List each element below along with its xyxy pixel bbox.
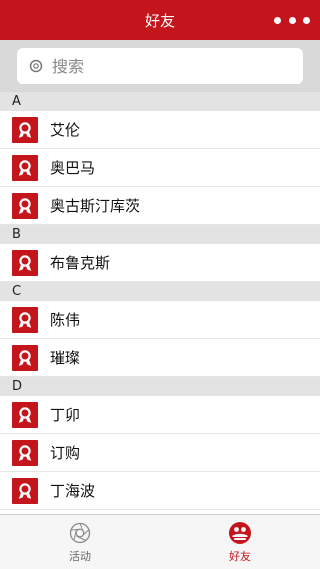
avatar-ribbon-icon [12, 116, 38, 143]
contact-list[interactable]: A 艾伦奥巴马奥古斯汀库茨 B 布鲁克斯 C 陈伟璀璨 D 丁卯订购丁海波 [0, 92, 320, 514]
avatar-ribbon-icon [12, 154, 38, 181]
contact-name: 艾伦 [50, 121, 81, 139]
list-item[interactable]: 奥古斯汀库茨 [0, 187, 320, 225]
avatar-ribbon-icon [12, 477, 38, 504]
aperture-icon [68, 521, 92, 545]
list-item[interactable]: 奥巴马 [0, 149, 320, 187]
tab-friends-label: 好友 [229, 549, 251, 563]
avatar-ribbon-icon [12, 439, 38, 466]
tab-friends[interactable]: 好友 [160, 515, 320, 569]
group-header-b: B [0, 225, 320, 244]
search-bar [0, 40, 320, 92]
contact-name: 奥巴马 [50, 159, 96, 177]
group-header-a: A [0, 92, 320, 111]
tab-activity-label: 活动 [69, 549, 91, 563]
avatar-ribbon-icon [12, 249, 38, 276]
list-item[interactable]: 艾伦 [0, 111, 320, 149]
avatar-ribbon-icon [12, 344, 38, 371]
contact-name: 奥古斯汀库茨 [50, 197, 141, 215]
avatar-ribbon-icon [12, 401, 38, 428]
avatar-ribbon-icon [12, 306, 38, 333]
app-screen: 好友 A 艾伦奥巴马奥古斯汀库茨 B 布鲁克斯 C 陈伟璀璨 D 丁卯订购丁海波 [0, 0, 320, 569]
page-title: 好友 [144, 11, 175, 30]
list-item[interactable]: 丁卯 [0, 396, 320, 434]
bottom-tab-bar: 活动 好友 [0, 514, 320, 569]
avatar-ribbon-icon [12, 192, 38, 219]
contact-name: 订购 [50, 444, 81, 462]
search-input[interactable] [52, 51, 282, 81]
search-box[interactable] [17, 48, 303, 84]
list-item[interactable]: 璀璨 [0, 339, 320, 377]
group-header-c: C [0, 282, 320, 301]
tab-activity[interactable]: 活动 [0, 515, 160, 569]
contact-name: 璀璨 [50, 349, 81, 367]
search-icon [29, 59, 43, 73]
list-item[interactable]: 陈伟 [0, 301, 320, 339]
group-header-d: D [0, 377, 320, 396]
list-item[interactable]: 布鲁克斯 [0, 244, 320, 282]
more-dots-icon[interactable] [274, 10, 310, 30]
list-item[interactable]: 订购 [0, 434, 320, 472]
contact-name: 陈伟 [50, 311, 81, 329]
list-item[interactable]: 丁海波 [0, 472, 320, 510]
contact-name: 丁卯 [50, 406, 81, 424]
top-nav-bar: 好友 [0, 0, 320, 40]
contact-name: 丁海波 [50, 482, 96, 500]
contact-name: 布鲁克斯 [50, 254, 111, 272]
friends-icon [228, 521, 252, 545]
